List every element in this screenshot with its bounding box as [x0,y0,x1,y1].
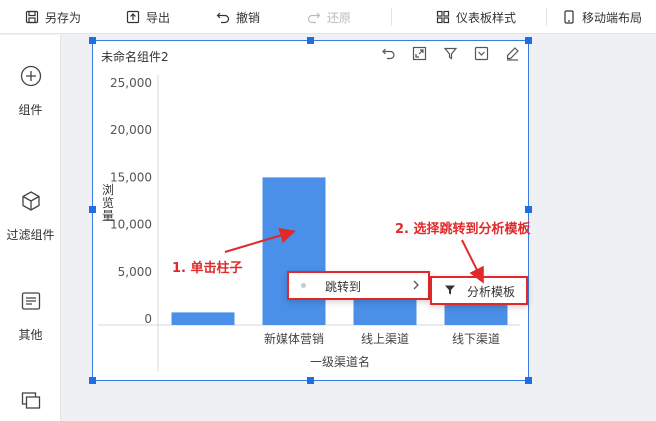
x-tick-label: 线下渠道 [452,332,500,346]
y-tick-label: 0 [144,312,152,326]
bar [262,177,326,325]
submenu: 分析模板 [430,276,528,305]
annotation-step1: 1. 单击柱子 [172,261,243,276]
bar [171,312,235,325]
context-menu: 跳转到 [287,271,430,300]
y-tick-label: 15,000 [110,170,152,184]
bar-chart: 0 5,000 10,000 15,000 20,000 25,000 浏览量新媒体营销 线上… [98,75,520,372]
x-axis-label: 一级渠道名 [310,354,370,369]
menu-item-label: 分析模板 [467,285,516,299]
bullet-icon [301,283,306,288]
y-tick-label: 10,000 [110,218,152,232]
chevron-right-icon [413,280,419,290]
y-tick-label: 25,000 [110,76,152,90]
y-axis-label-char: 浏 [102,183,114,197]
y-tick-label: 20,000 [110,123,152,137]
annotation-step2: 2. 选择跳转到分析模板 [395,222,531,237]
x-tick-label: 线上渠道 [361,332,409,346]
x-tick-label: 新媒体营销 [264,331,324,346]
menu-item-label: 跳转到 [325,280,362,294]
y-tick-label: 5,000 [118,265,152,279]
menu-item-jump-to[interactable]: 跳转到 [289,273,428,298]
menu-item-analysis-template[interactable]: 分析模板 [432,278,526,303]
y-axis-label-char: 览 [102,195,114,210]
filter-icon [445,285,455,295]
y-axis-label-char: 量 [102,209,114,223]
